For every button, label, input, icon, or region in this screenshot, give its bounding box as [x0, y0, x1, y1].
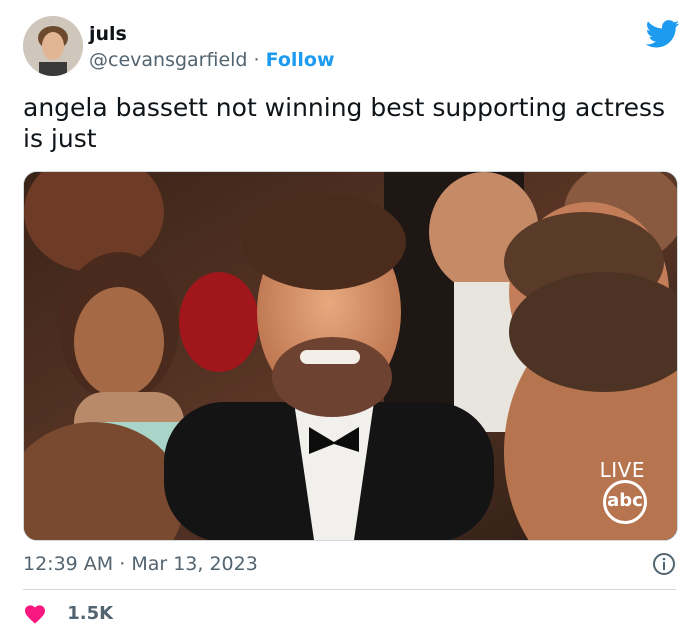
tweet-text: angela bassett not winning best supporti… [23, 93, 666, 153]
tweet-header: juls @cevansgarfield · Follow [23, 16, 680, 80]
avatar[interactable] [23, 16, 83, 76]
separator-dot: · [253, 49, 260, 71]
user-info: juls @cevansgarfield · Follow [89, 22, 335, 74]
follow-button[interactable]: Follow [266, 49, 335, 71]
separator-dot: · [119, 553, 126, 575]
heart-icon[interactable] [23, 602, 47, 626]
like-count[interactable]: 1.5K [67, 603, 113, 624]
tweet-timestamp: 12:39 AM · Mar 13, 2023 [23, 548, 676, 580]
handle-line: @cevansgarfield · Follow [89, 46, 335, 74]
live-label: LIVE [599, 458, 645, 482]
tweet-time[interactable]: 12:39 AM [23, 553, 113, 575]
twitter-bird-icon[interactable] [645, 20, 680, 48]
abc-logo: abc [603, 480, 647, 524]
info-icon[interactable] [652, 552, 676, 576]
tweet-card: juls @cevansgarfield · Follow angela bas… [0, 0, 700, 642]
tweet-date[interactable]: Mar 13, 2023 [131, 553, 258, 575]
tweet-media-image[interactable]: LIVE abc [23, 171, 678, 541]
media-photo [24, 172, 677, 540]
like-action[interactable]: 1.5K [23, 598, 113, 630]
divider [23, 589, 676, 590]
display-name[interactable]: juls [89, 22, 335, 46]
user-handle[interactable]: @cevansgarfield [89, 49, 247, 71]
